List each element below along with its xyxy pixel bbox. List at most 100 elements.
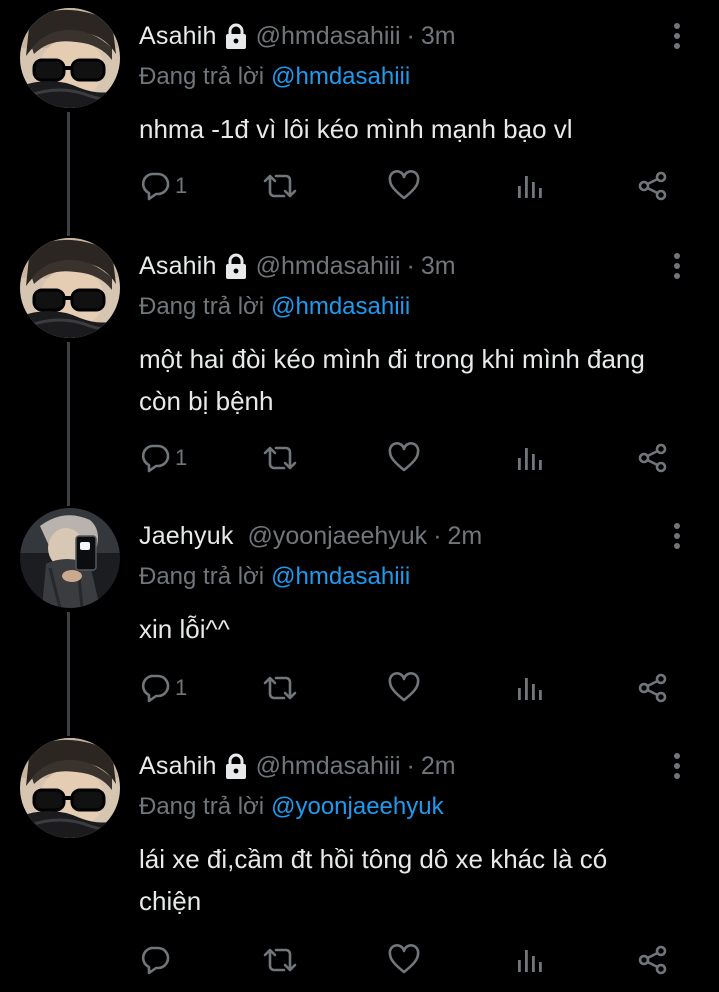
timestamp[interactable]: 3m	[421, 22, 456, 51]
separator: ·	[406, 251, 415, 280]
reply-to-handle[interactable]: @hmdasahiii	[271, 293, 410, 321]
heart-icon	[388, 672, 420, 702]
asahih-avatar	[20, 8, 120, 108]
heart-icon	[388, 170, 420, 200]
timestamp[interactable]: 2m	[421, 752, 456, 781]
replying-to: Đang trả lời @hmdasahiii	[139, 560, 410, 594]
tweet-header: Asahih @hmdasahiii · 2m	[139, 748, 456, 784]
author-handle[interactable]: @hmdasahiii	[256, 22, 401, 51]
author-handle[interactable]: @yoonjaeehyuk	[248, 522, 428, 551]
reply-count: 1	[175, 445, 188, 470]
share-button[interactable]	[637, 940, 669, 980]
retweet-button[interactable]	[262, 438, 298, 478]
separator: ·	[406, 21, 415, 50]
timestamp[interactable]: 3m	[421, 252, 456, 281]
tweet-text: một hai đòi kéo mình đi trong khi mình đ…	[139, 344, 645, 416]
more-vertical-icon[interactable]	[664, 248, 690, 284]
avatar[interactable]	[20, 508, 120, 608]
action-bar: 1	[0, 166, 719, 206]
like-button[interactable]	[388, 438, 420, 478]
asahih-avatar	[20, 738, 120, 838]
reply-button[interactable]	[139, 940, 175, 980]
replying-to: Đang trả lời @yoonjaeehyuk	[139, 790, 444, 824]
reply-prefix: Đang trả lời	[139, 63, 265, 90]
avatar[interactable]	[20, 238, 120, 338]
like-button[interactable]	[388, 166, 420, 206]
tweet-header: Jaehyuk @yoonjaeehyuk · 2m	[139, 518, 482, 554]
heart-icon	[388, 944, 420, 974]
views-icon	[518, 176, 542, 198]
retweet-button[interactable]	[262, 940, 298, 980]
action-bar: 1	[0, 668, 719, 708]
asahih-avatar	[20, 238, 120, 338]
conversation-thread: Asahih @hmdasahiii · 3m Đang trả lời @hm…	[0, 0, 719, 992]
retweet-button[interactable]	[262, 166, 298, 206]
lock-icon	[224, 753, 248, 780]
author-name[interactable]: Jaehyuk	[139, 522, 234, 551]
lock-icon	[224, 253, 248, 280]
reply-icon	[141, 444, 170, 473]
reply-prefix: Đang trả lời	[139, 793, 265, 820]
views-icon	[518, 950, 542, 972]
separator: ·	[433, 521, 442, 550]
more-vertical-icon[interactable]	[664, 518, 690, 554]
avatar[interactable]	[20, 8, 120, 108]
replying-to: Đang trả lời @hmdasahiii	[139, 60, 410, 94]
tweet-text: nhma -1đ vì lôi kéo mình mạnh bạo vl	[139, 114, 573, 144]
tweet-header: Asahih @hmdasahiii · 3m	[139, 18, 456, 54]
author-name[interactable]: Asahih	[139, 252, 217, 281]
retweet-icon	[263, 174, 297, 198]
reply-to-handle[interactable]: @yoonjaeehyuk	[271, 793, 443, 821]
share-icon	[638, 443, 667, 473]
reply-icon	[141, 946, 170, 975]
author-handle[interactable]: @hmdasahiii	[256, 252, 401, 281]
views-button[interactable]	[514, 668, 546, 708]
jaehyuk-avatar	[20, 508, 120, 608]
share-icon	[638, 673, 667, 703]
reply-button[interactable]: 1	[139, 438, 187, 478]
like-button[interactable]	[388, 940, 420, 980]
replying-to: Đang trả lời @hmdasahiii	[139, 290, 410, 324]
reply-to-handle[interactable]: @hmdasahiii	[271, 563, 410, 591]
reply-button[interactable]: 1	[139, 668, 187, 708]
reply-button[interactable]: 1	[139, 166, 187, 206]
share-button[interactable]	[637, 668, 669, 708]
separator: ·	[406, 751, 415, 780]
views-icon	[518, 678, 542, 700]
tweet-text: xin lỗi^^	[139, 614, 230, 644]
share-icon	[638, 171, 667, 201]
views-button[interactable]	[514, 166, 546, 206]
thread-line	[67, 342, 70, 506]
more-vertical-icon[interactable]	[664, 18, 690, 54]
retweet-icon	[263, 676, 297, 700]
timestamp[interactable]: 2m	[448, 522, 483, 551]
reply-icon	[141, 674, 170, 703]
views-icon	[518, 448, 542, 470]
action-bar: 1	[0, 438, 719, 478]
author-name[interactable]: Asahih	[139, 752, 217, 781]
views-button[interactable]	[514, 940, 546, 980]
reply-count: 1	[175, 675, 188, 700]
tweet-header: Asahih @hmdasahiii · 3m	[139, 248, 456, 284]
retweet-icon	[263, 948, 297, 972]
lock-icon	[224, 23, 248, 50]
heart-icon	[388, 442, 420, 472]
action-bar	[0, 940, 719, 980]
author-name[interactable]: Asahih	[139, 22, 217, 51]
share-button[interactable]	[637, 438, 669, 478]
tweet-text: lái xe đi,cầm đt hồi tông dô xe khác là …	[139, 844, 608, 916]
reply-count: 1	[175, 173, 188, 198]
avatar[interactable]	[20, 738, 120, 838]
views-button[interactable]	[514, 438, 546, 478]
author-handle[interactable]: @hmdasahiii	[256, 752, 401, 781]
share-button[interactable]	[637, 166, 669, 206]
reply-prefix: Đang trả lời	[139, 563, 265, 590]
reply-prefix: Đang trả lời	[139, 293, 265, 320]
retweet-icon	[263, 446, 297, 470]
share-icon	[638, 945, 667, 975]
more-vertical-icon[interactable]	[664, 748, 690, 784]
retweet-button[interactable]	[262, 668, 298, 708]
reply-icon	[141, 172, 170, 201]
like-button[interactable]	[388, 668, 420, 708]
reply-to-handle[interactable]: @hmdasahiii	[271, 63, 410, 91]
